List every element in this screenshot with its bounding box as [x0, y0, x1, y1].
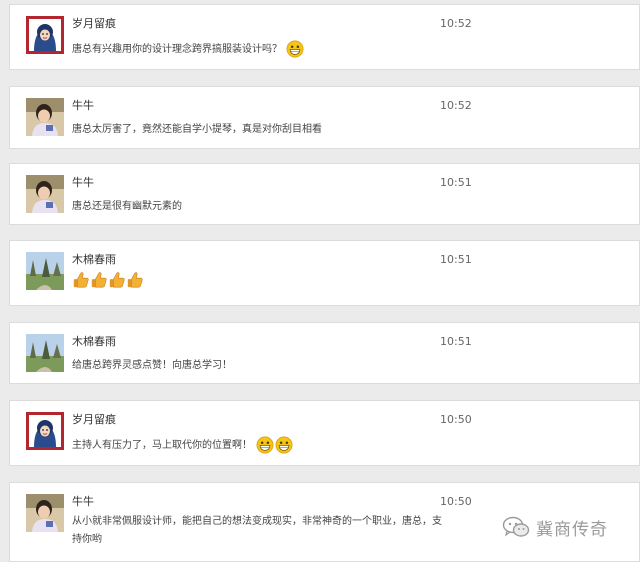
comment-body: 唐总有兴趣用你的设计理念跨界搞服装设计吗？: [72, 44, 282, 55]
timestamp: 10:51: [440, 253, 472, 266]
comment-text: 唐总还是很有幽默元素的: [72, 199, 452, 215]
avatar[interactable]: [26, 98, 64, 136]
timestamp: 10:52: [440, 17, 472, 30]
comment-text: 给唐总跨界灵感点赞！向唐总学习！: [72, 358, 452, 374]
username[interactable]: 牛牛: [72, 176, 94, 190]
avatar[interactable]: [26, 334, 64, 372]
thumbs-up-emoji-icon: [109, 272, 125, 288]
grin-emoji-icon: [275, 436, 293, 454]
watermark: 冀商传奇: [502, 514, 634, 540]
avatar[interactable]: [26, 175, 64, 213]
landscape-photo-avatar-icon: [26, 252, 64, 290]
child-photo-avatar-icon: [26, 175, 64, 213]
username[interactable]: 牛牛: [72, 495, 94, 509]
comment-card: 牛牛 10:51 唐总还是很有幽默元素的: [9, 163, 640, 225]
comment-card: 木棉春雨 10:51: [9, 240, 640, 306]
comment-text: [72, 271, 452, 289]
comment-body: 主持人有压力了，马上取代你的位置啊！: [72, 440, 252, 451]
comment-card: 岁月留痕 10:50 主持人有压力了，马上取代你的位置啊！: [9, 400, 640, 466]
avatar[interactable]: [26, 494, 64, 532]
grin-emoji-icon: [256, 436, 274, 454]
username[interactable]: 木棉春雨: [72, 253, 116, 267]
timestamp: 10:52: [440, 99, 472, 112]
cartoon-avatar-icon: [26, 16, 64, 54]
thumbs-up-emoji-icon: [73, 272, 89, 288]
comment-text: 唐总太厉害了，竟然还能自学小提琴，真是对你刮目相看: [72, 122, 452, 138]
comment-text: 唐总有兴趣用你的设计理念跨界搞服装设计吗？: [72, 40, 452, 58]
comment-card: 岁月留痕 10:52 唐总有兴趣用你的设计理念跨界搞服装设计吗？: [9, 4, 640, 70]
thumbs-up-emoji-icon: [127, 272, 143, 288]
timestamp: 10:50: [440, 495, 472, 508]
comment-body: 唐总还是很有幽默元素的: [72, 201, 182, 212]
comment-text: 从小就非常佩服设计师，能把自己的想法变成现实，非常神奇的一个职业，唐总，支持你哟: [72, 513, 444, 549]
child-photo-avatar-icon: [26, 494, 64, 532]
timestamp: 10:50: [440, 413, 472, 426]
avatar[interactable]: [26, 252, 64, 290]
cartoon-avatar-icon: [26, 412, 64, 450]
avatar[interactable]: [26, 412, 64, 450]
comment-body: 给唐总跨界灵感点赞！向唐总学习！: [72, 360, 232, 371]
username[interactable]: 牛牛: [72, 99, 94, 113]
comment-body: 从小就非常佩服设计师，能把自己的想法变成现实，非常神奇的一个职业，唐总，支持你哟: [72, 516, 442, 545]
username[interactable]: 木棉春雨: [72, 335, 116, 349]
comment-card: 牛牛 10:52 唐总太厉害了，竟然还能自学小提琴，真是对你刮目相看: [9, 86, 640, 149]
watermark-text: 冀商传奇: [536, 519, 608, 540]
child-photo-avatar-icon: [26, 98, 64, 136]
username[interactable]: 岁月留痕: [72, 413, 116, 427]
thumbs-up-emoji-icon: [91, 272, 107, 288]
comment-feed: 岁月留痕 10:52 唐总有兴趣用你的设计理念跨界搞服装设计吗？ 牛牛 10:5…: [0, 0, 640, 562]
landscape-photo-avatar-icon: [26, 334, 64, 372]
grin-emoji-icon: [286, 40, 304, 58]
wechat-icon: [502, 516, 530, 537]
timestamp: 10:51: [440, 335, 472, 348]
comment-card: 木棉春雨 10:51 给唐总跨界灵感点赞！向唐总学习！: [9, 322, 640, 384]
avatar[interactable]: [26, 16, 64, 54]
comment-text: 主持人有压力了，马上取代你的位置啊！: [72, 436, 452, 454]
comment-body: 唐总太厉害了，竟然还能自学小提琴，真是对你刮目相看: [72, 124, 322, 135]
username[interactable]: 岁月留痕: [72, 17, 116, 31]
timestamp: 10:51: [440, 176, 472, 189]
